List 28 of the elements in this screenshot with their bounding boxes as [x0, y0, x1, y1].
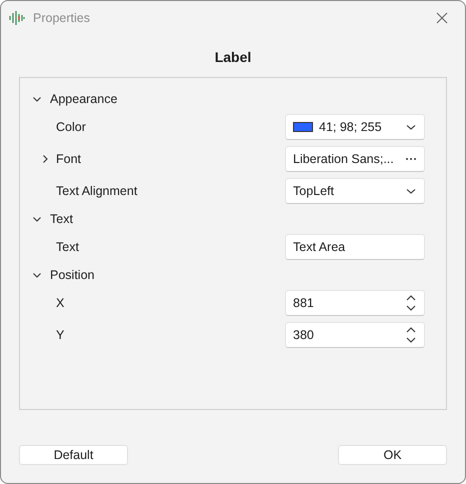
- property-label: Font: [56, 152, 82, 166]
- property-label: Text: [56, 240, 79, 254]
- dialog-heading: Label: [214, 48, 252, 67]
- property-label: Text Alignment: [56, 184, 138, 198]
- collapse-icon[interactable]: [32, 270, 42, 280]
- close-icon[interactable]: [436, 12, 448, 24]
- spinner-icon[interactable]: [405, 326, 417, 344]
- default-button[interactable]: Default: [19, 445, 128, 465]
- text-field[interactable]: Text Area: [285, 234, 425, 260]
- window-title: Properties: [33, 11, 91, 25]
- spinner-icon[interactable]: [405, 294, 417, 312]
- number-spinbox[interactable]: 881: [285, 290, 425, 316]
- color-dropdown[interactable]: 41; 98; 255: [285, 114, 425, 140]
- collapse-icon[interactable]: [32, 94, 42, 104]
- collapse-icon[interactable]: [32, 214, 42, 224]
- property-label: Color: [56, 120, 86, 134]
- waveform-icon: [9, 10, 25, 26]
- number-spinbox[interactable]: 380: [285, 322, 425, 348]
- alignment-dropdown[interactable]: TopLeft: [285, 178, 425, 204]
- property-label: Y: [56, 328, 64, 342]
- expand-icon[interactable]: [40, 154, 50, 164]
- category-label[interactable]: Appearance: [50, 92, 118, 106]
- category-label[interactable]: Position: [50, 268, 94, 282]
- ok-button[interactable]: OK: [338, 445, 447, 465]
- font-field[interactable]: Liberation Sans;...: [285, 146, 425, 172]
- category-label[interactable]: Text: [50, 212, 73, 226]
- more-icon[interactable]: [405, 157, 417, 161]
- property-label: X: [56, 296, 64, 310]
